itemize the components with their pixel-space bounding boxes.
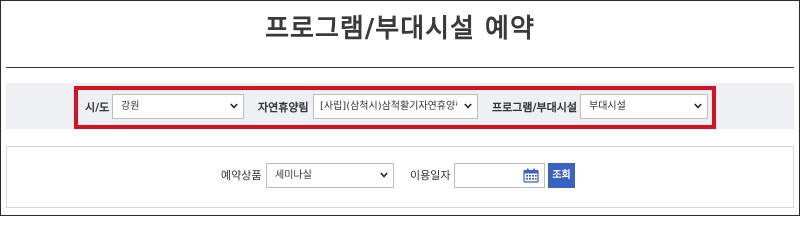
forest-label: 자연휴양림 bbox=[258, 101, 309, 114]
sido-select[interactable]: 강원 bbox=[112, 94, 244, 119]
product-select[interactable]: 세미나실 bbox=[266, 163, 394, 188]
facility-select-value: 부대시설 bbox=[589, 101, 626, 112]
search-panel bbox=[6, 146, 794, 208]
product-label: 예약상품 bbox=[221, 169, 262, 182]
chevron-down-icon bbox=[694, 103, 702, 110]
chevron-down-icon bbox=[380, 172, 388, 179]
chevron-down-icon bbox=[230, 103, 238, 110]
forest-select-value: [사립](삼척시)삼척활기자연휴양림 bbox=[320, 101, 457, 112]
sido-label: 시/도 bbox=[85, 101, 110, 114]
date-label: 이용일자 bbox=[410, 169, 451, 182]
title-divider bbox=[6, 67, 794, 68]
facility-label: 프로그램/부대시설 bbox=[492, 101, 577, 114]
forest-select[interactable]: [사립](삼척시)삼척활기자연휴양림 bbox=[313, 94, 478, 119]
search-button[interactable]: 조회 bbox=[548, 163, 575, 188]
chevron-down-icon bbox=[464, 103, 472, 110]
page-title: 프로그램/부대시설 예약 bbox=[265, 14, 535, 44]
sido-select-value: 강원 bbox=[121, 101, 140, 112]
product-select-value: 세미나실 bbox=[275, 170, 312, 181]
calendar-icon[interactable] bbox=[523, 168, 539, 183]
facility-select[interactable]: 부대시설 bbox=[580, 94, 708, 119]
date-input[interactable] bbox=[454, 163, 545, 188]
